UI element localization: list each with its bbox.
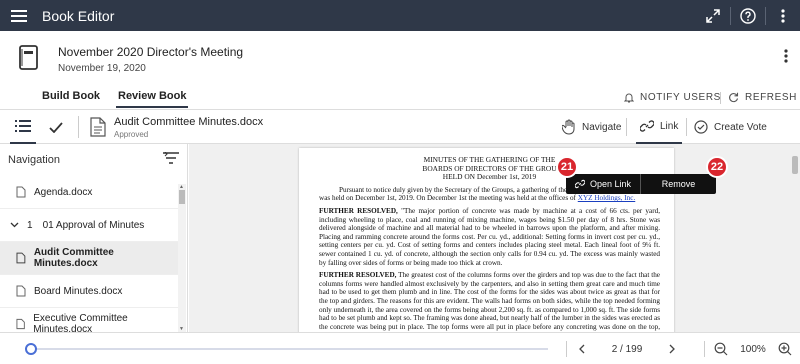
zoom-in-icon: [778, 342, 792, 356]
zoom-out-icon: [714, 342, 728, 356]
chevron-left-icon: [579, 344, 585, 354]
zoom-out-button[interactable]: [708, 333, 734, 364]
sort-filter-icon[interactable]: [163, 152, 179, 164]
hand-icon: [562, 119, 575, 135]
footer-divider: [704, 341, 705, 357]
remove-link-button[interactable]: Remove: [641, 174, 716, 194]
paragraph-resolved-1: FURTHER RESOLVED, "The major portion of …: [319, 206, 660, 267]
page-slider[interactable]: [24, 343, 548, 355]
zoom-in-button[interactable]: [772, 333, 798, 364]
nav-item-audit-committee-minutes[interactable]: Audit Committee Minutes.docx: [0, 242, 178, 275]
navigation-title: Navigation: [8, 154, 60, 166]
link-icon: [640, 120, 654, 132]
nav-section-number: 1: [27, 219, 33, 231]
nav-item-label: 01 Approval of Minutes: [42, 219, 145, 231]
expand-button[interactable]: [696, 0, 730, 31]
actions-divider: [720, 92, 721, 104]
document-name: Audit Committee Minutes.docx: [114, 116, 264, 128]
open-link-label: Open Link: [589, 179, 632, 189]
tab-review-book[interactable]: Review Book: [116, 90, 189, 108]
meeting-title: November 2020 Director's Meeting: [58, 45, 244, 59]
mode-divider: [686, 118, 687, 136]
create-vote-label: Create Vote: [714, 121, 767, 133]
navigate-label: Navigate: [582, 121, 622, 133]
toolbar-divider: [78, 116, 79, 138]
help-button[interactable]: [731, 0, 765, 31]
refresh-icon: [729, 92, 739, 103]
document-icon: [16, 252, 26, 264]
page-indicator: 2 / 199: [611, 343, 643, 355]
navigation-panel: Navigation Agenda.docx 1 01 Approval of …: [0, 144, 188, 332]
viewer-scrollbar[interactable]: [792, 150, 798, 320]
nav-item-label: Executive Committee Minutes.docx: [33, 313, 128, 332]
nav-section-approval-of-minutes[interactable]: 1 01 Approval of Minutes: [0, 209, 178, 242]
list-view-button[interactable]: [10, 110, 36, 144]
nav-item-executive-committee-minutes[interactable]: Executive Committee Minutes.docx: [0, 308, 178, 332]
page-pager: 2 / 199: [568, 333, 686, 364]
next-page-button[interactable]: [658, 333, 686, 364]
viewer-footer: 2 / 199 100%: [0, 332, 800, 364]
notify-users-button[interactable]: NOTIFY USERS: [624, 92, 721, 103]
document-icon: [16, 318, 25, 330]
bell-icon: [624, 93, 634, 103]
create-vote-button[interactable]: Create Vote: [694, 110, 767, 144]
document-toolbar: Audit Committee Minutes.docx Approved Na…: [0, 110, 800, 144]
book-tabs: Build Book Review Book NOTIFY USERS REFR…: [0, 86, 800, 110]
mode-divider: [626, 118, 627, 136]
document-icon: [16, 186, 26, 198]
meeting-more-icon[interactable]: [784, 49, 788, 63]
notify-users-label: NOTIFY USERS: [640, 92, 721, 103]
paragraph-resolved-2: FURTHER RESOLVED, The greatest cost of t…: [319, 271, 660, 332]
zoom-controls: 100%: [708, 333, 798, 364]
nav-item-label: Board Minutes.docx: [34, 285, 123, 297]
book-icon: [19, 45, 38, 70]
document-icon: [16, 285, 26, 297]
more-vertical-icon: [781, 8, 785, 23]
meeting-header: November 2020 Director's Meeting Novembe…: [0, 31, 800, 86]
link-icon: [574, 179, 585, 189]
step-badge-remove: 22: [706, 156, 728, 178]
check-circle-icon: [694, 120, 708, 134]
tab-build-book[interactable]: Build Book: [42, 90, 100, 102]
viewer-scrollbar-thumb[interactable]: [792, 156, 798, 174]
open-link-button[interactable]: Open Link: [566, 174, 640, 194]
link-label: Link: [660, 120, 679, 132]
footer-divider: [566, 341, 567, 357]
help-icon: [740, 7, 756, 24]
document-link[interactable]: XYZ Holdings, Inc.: [578, 194, 636, 202]
link-popup: Open Link Remove: [566, 174, 716, 194]
nav-item-agenda[interactable]: Agenda.docx: [0, 176, 178, 209]
remove-label: Remove: [661, 179, 696, 189]
page-slider-handle[interactable]: [24, 343, 37, 355]
meeting-date: November 19, 2020: [58, 63, 146, 74]
hamburger-icon: [11, 9, 27, 22]
approval-check-button[interactable]: [46, 110, 66, 144]
document-status: Approved: [114, 130, 149, 139]
nav-item-label: Agenda.docx: [34, 186, 93, 198]
chevron-right-icon: [669, 344, 675, 354]
refresh-label: REFRESH: [745, 92, 797, 103]
expand-icon: [706, 8, 720, 23]
nav-item-label: Audit Committee Minutes.docx: [33, 247, 114, 269]
link-mode-button[interactable]: Link: [636, 110, 683, 144]
step-badge-open-link: 21: [556, 156, 578, 178]
navigation-scrollbar[interactable]: ▲ ▼: [178, 184, 186, 332]
scrollbar-thumb[interactable]: [179, 190, 185, 204]
app-header: Book Editor: [0, 0, 800, 31]
nav-item-board-minutes[interactable]: Board Minutes.docx: [0, 275, 178, 308]
chevron-down-icon: [10, 222, 19, 228]
hamburger-menu-button[interactable]: [2, 0, 36, 31]
checkmark-icon: [49, 121, 63, 133]
refresh-button[interactable]: REFRESH: [728, 92, 797, 103]
app-title: Book Editor: [42, 7, 115, 24]
navigate-mode-button[interactable]: Navigate: [562, 110, 621, 144]
header-more-button[interactable]: [766, 0, 800, 31]
previous-page-button[interactable]: [568, 333, 596, 364]
list-icon: [15, 120, 31, 132]
document-icon: [90, 117, 106, 137]
zoom-level: 100%: [740, 343, 766, 355]
